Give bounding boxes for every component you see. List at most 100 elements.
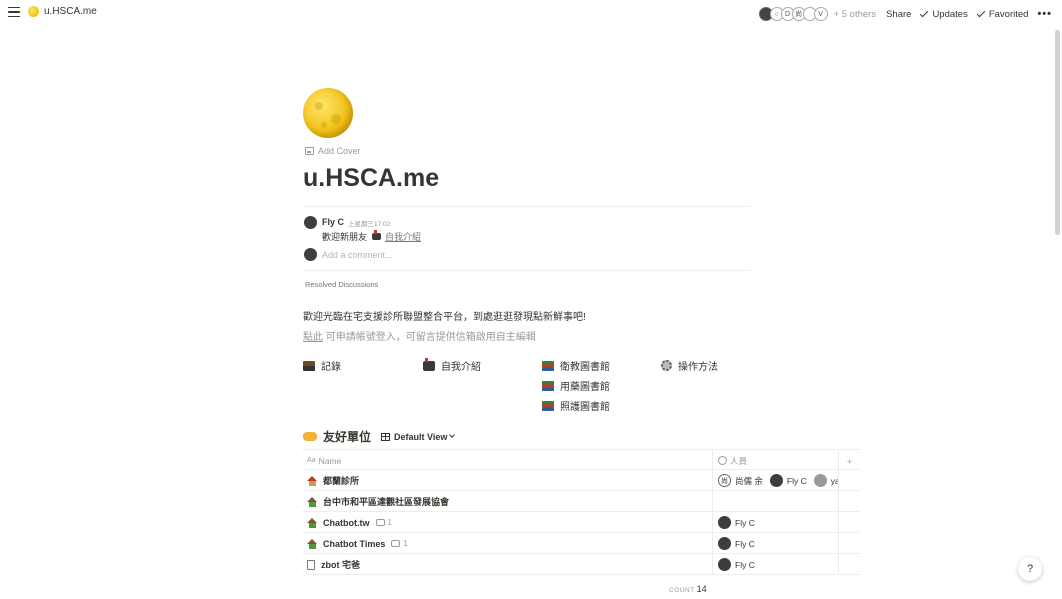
train-icon xyxy=(423,357,435,371)
name-cell[interactable]: Chatbot.tw 1 xyxy=(302,512,713,533)
person-chip[interactable]: Fly C xyxy=(718,516,755,529)
count-label: COUNT xyxy=(669,587,695,594)
row-title[interactable]: Chatbot.tw xyxy=(323,518,370,528)
table-row[interactable]: Chatbot.tw 1 Fly C xyxy=(302,512,860,533)
comment-count[interactable]: 1 xyxy=(391,539,408,548)
row-title[interactable]: Chatbot Times xyxy=(323,539,385,549)
table-row[interactable]: Chatbot Times 1 Fly C xyxy=(302,533,860,554)
empty-cell xyxy=(839,470,860,491)
column-header-name[interactable]: Aa Name xyxy=(302,450,713,471)
scrollbar[interactable] xyxy=(1055,30,1060,595)
column-header-people[interactable]: 人員 xyxy=(713,450,839,471)
person-name: Fly C xyxy=(735,559,755,570)
person-chip[interactable]: 尚尚儒 余 xyxy=(718,474,763,487)
row-title[interactable]: 台中市和平區達觀社區發展協會 xyxy=(323,495,449,508)
books-icon xyxy=(542,380,554,391)
comment-icon xyxy=(375,519,385,526)
person-chip[interactable]: Fly C xyxy=(718,537,755,550)
favorited-button[interactable]: Favorited xyxy=(976,8,1029,20)
name-cell[interactable]: 台中市和平區達觀社區發展協會 xyxy=(302,491,713,512)
collaborator-avatars[interactable]: ○ D 尚 V xyxy=(758,7,828,21)
avatar[interactable]: V xyxy=(813,7,828,21)
database-table: Aa Name 人員 + 都蘭診所 尚尚儒 余 Fly C ya 台中市和平區達觀… xyxy=(302,449,860,575)
count-value: 14 xyxy=(696,584,707,594)
scrollbar-thumb[interactable] xyxy=(1055,30,1060,235)
intro-text: 歡迎光臨在宅支援診所聯盟整合平台，到處逛逛發現點新鮮事吧! xyxy=(303,312,586,323)
books-icon xyxy=(542,360,554,371)
database-title[interactable]: 友好單位 xyxy=(323,428,371,445)
house-icon xyxy=(307,475,318,486)
person-name: Fly C xyxy=(735,538,755,549)
link-care-library[interactable]: 照護圖書館 xyxy=(542,398,610,413)
link-how-to[interactable]: 操作方法 xyxy=(661,358,718,373)
link-drug-library[interactable]: 用藥圖書館 xyxy=(542,378,610,393)
people-cell[interactable] xyxy=(713,491,839,512)
person-chip[interactable]: Fly C xyxy=(718,558,755,571)
avatar xyxy=(813,474,827,487)
add-column-button[interactable]: + xyxy=(839,450,860,471)
help-button[interactable]: ? xyxy=(1018,557,1042,581)
column-label: Name xyxy=(318,455,342,466)
moon-crater xyxy=(331,114,341,124)
avatar: 尚 xyxy=(718,474,731,487)
divider xyxy=(303,270,751,271)
more-options-icon[interactable]: ••• xyxy=(1037,8,1052,20)
full-moon-icon[interactable] xyxy=(303,88,353,138)
add-comment-row[interactable]: Add a comment... xyxy=(304,248,744,262)
link-records[interactable]: 記錄 xyxy=(303,358,341,373)
table-row[interactable]: zbot 宅爸 Fly C xyxy=(302,554,860,575)
updates-button[interactable]: Updates xyxy=(920,9,968,20)
comment-count-value: 1 xyxy=(403,539,408,548)
person-chip[interactable]: ya xyxy=(813,474,839,487)
link-label: 記錄 xyxy=(321,362,341,373)
link-label: 操作方法 xyxy=(678,362,718,373)
person-property-icon xyxy=(718,456,727,465)
person-chip[interactable]: Fly C xyxy=(769,474,807,487)
people-cell[interactable]: Fly C xyxy=(713,533,839,554)
empty-cell xyxy=(839,512,860,533)
people-cell[interactable]: Fly C xyxy=(713,554,839,575)
link-label: 照護圖書館 xyxy=(560,402,610,413)
gear-icon xyxy=(661,360,672,371)
breadcrumb-title: u.HSCA.me xyxy=(44,6,97,17)
person-name: Fly C xyxy=(786,475,807,486)
link-self-intro[interactable]: 自我介紹 xyxy=(423,357,481,373)
text-property-icon: Aa xyxy=(307,457,316,464)
comment-author[interactable]: Fly C xyxy=(322,217,344,227)
page-icon xyxy=(307,559,315,570)
comment-count-value: 1 xyxy=(387,518,392,527)
comment-link[interactable]: 自我介紹 xyxy=(385,230,421,243)
people-cell[interactable]: 尚尚儒 余 Fly C ya xyxy=(713,470,839,491)
name-cell[interactable]: Chatbot Times 1 xyxy=(302,533,713,554)
signup-text: 可申請帳號登入，可留言提供信箱啟用自主編輯 xyxy=(323,332,536,343)
add-comment-input[interactable]: Add a comment... xyxy=(322,250,393,260)
share-button[interactable]: Share xyxy=(886,9,911,20)
avatar[interactable] xyxy=(304,216,317,229)
column-label: 人員 xyxy=(730,455,748,466)
moon-crater xyxy=(315,102,323,110)
favorited-label: Favorited xyxy=(988,8,1029,20)
person-name: ya xyxy=(830,475,839,486)
name-cell[interactable]: zbot 宅爸 xyxy=(302,554,713,575)
comment-count[interactable]: 1 xyxy=(375,518,392,527)
breadcrumb[interactable]: u.HSCA.me xyxy=(28,6,97,17)
signup-link[interactable]: 點此 xyxy=(303,332,323,343)
table-row[interactable]: 台中市和平區達觀社區發展協會 xyxy=(302,491,860,512)
resolved-discussions-link[interactable]: Resolved Discussions xyxy=(305,280,378,289)
people-cell[interactable]: Fly C xyxy=(713,512,839,533)
link-health-library[interactable]: 衛教圖書館 xyxy=(542,358,610,373)
page-title[interactable]: u.HSCA.me xyxy=(303,164,439,193)
house-with-garden-icon xyxy=(307,496,318,507)
comment-time: 上星期三17:02 xyxy=(348,221,391,228)
row-title[interactable]: 都蘭診所 xyxy=(323,474,359,487)
house-with-garden-icon xyxy=(307,538,318,549)
row-title[interactable]: zbot 宅爸 xyxy=(321,558,360,571)
view-selector[interactable]: Default View xyxy=(381,431,456,442)
others-count[interactable]: + 5 others xyxy=(834,9,877,20)
table-row[interactable]: 都蘭診所 尚尚儒 余 Fly C ya xyxy=(302,470,860,491)
handshake-icon xyxy=(303,432,317,441)
sidebar-toggle-icon[interactable] xyxy=(8,7,20,19)
add-cover-button[interactable]: Add Cover xyxy=(305,146,361,156)
name-cell[interactable]: 都蘭診所 xyxy=(302,470,713,491)
view-label: Default View xyxy=(394,431,448,442)
